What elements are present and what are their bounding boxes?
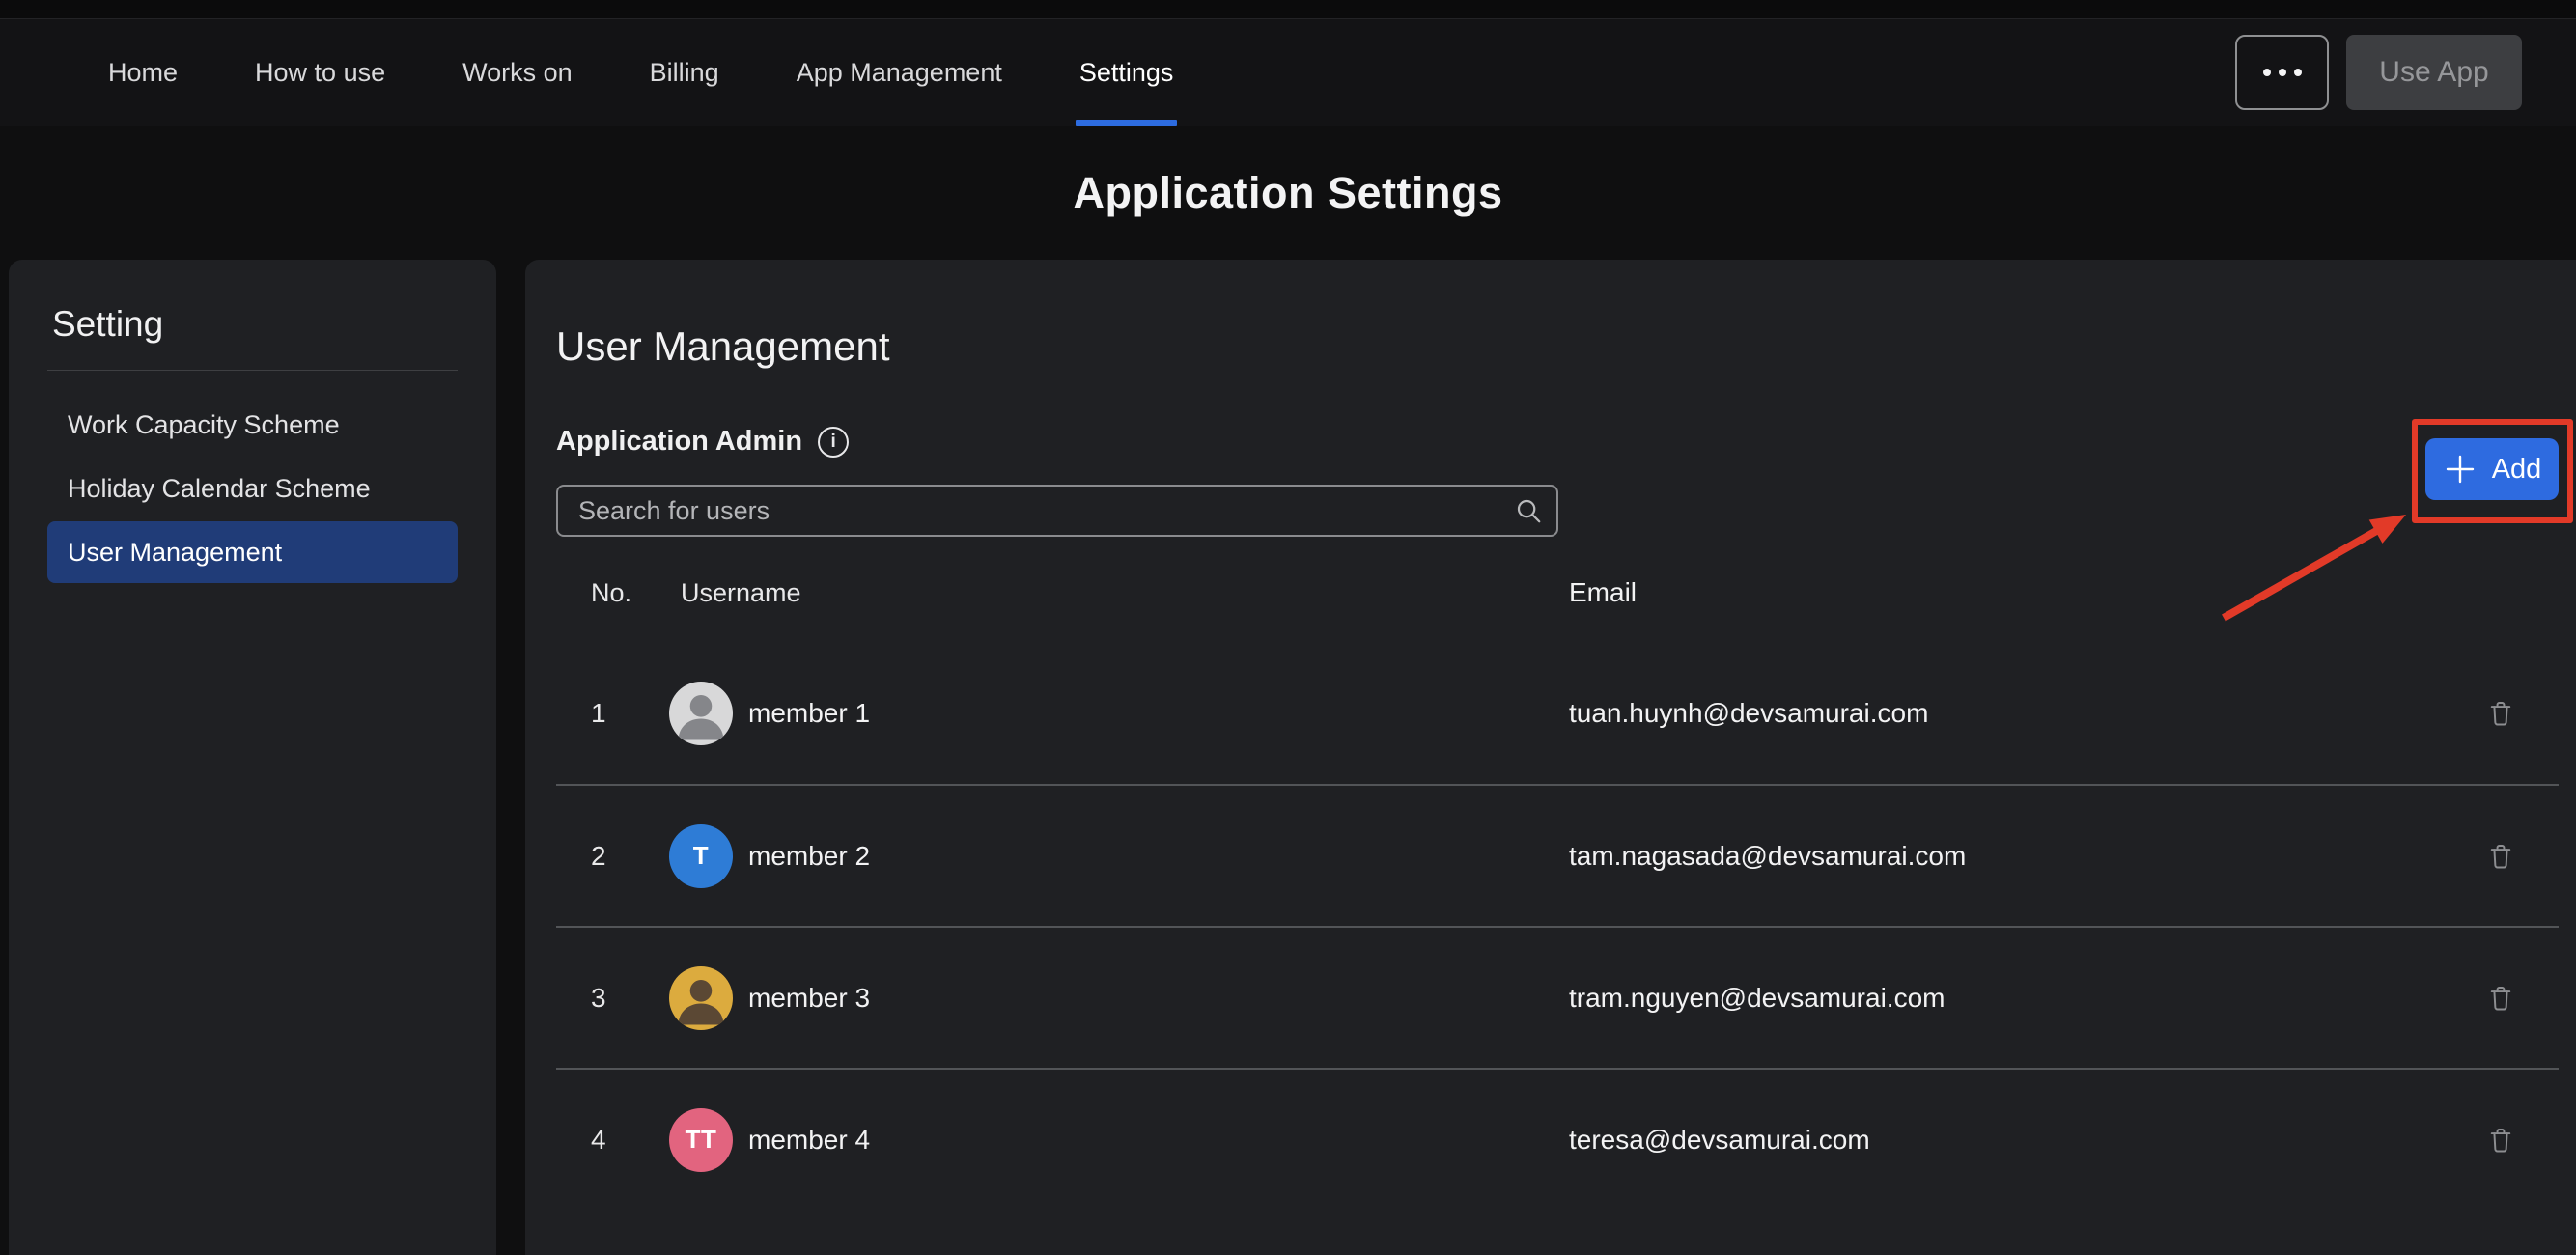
delete-button[interactable] [2481,836,2520,877]
sidebar-item-work-capacity-scheme[interactable]: Work Capacity Scheme [47,394,458,456]
username: member 2 [748,841,870,872]
email: tam.nagasada@devsamurai.com [1569,841,2442,872]
add-button-label: Add [2492,454,2542,486]
trash-icon [2487,842,2514,871]
trash-icon [2487,984,2514,1013]
nav-item-settings[interactable]: Settings [1079,19,1174,126]
table-row: 1 member 1 tuan.huynh@devsamurai.com [556,642,2559,784]
row-number: 1 [556,698,669,729]
nav-right-actions: Use App [2235,19,2576,126]
column-header-email: Email [1569,577,2442,608]
avatar-initials: T [669,824,733,888]
trash-icon [2487,1126,2514,1155]
sidebar-item-user-management[interactable]: User Management [47,521,458,583]
nav-item-app-management[interactable]: App Management [797,19,1002,126]
avatar-initials: TT [669,1108,733,1172]
ellipsis-icon [2263,69,2302,76]
search-input[interactable] [556,485,1558,537]
nav-item-works-on[interactable]: Works on [462,19,573,126]
delete-button[interactable] [2481,693,2520,734]
admin-section-header: Application Admin i [556,426,2559,458]
user-management-panel: User Management Application Admin i No. … [525,260,2576,1255]
nav-item-home[interactable]: Home [108,19,178,126]
window-top-strip [0,0,2576,19]
page-title: Application Settings [1073,168,1502,218]
table-row: 4TT member 4 teresa@devsamurai.com [556,1068,2559,1210]
username: member 3 [748,983,870,1014]
username: member 1 [748,698,870,729]
email: tram.nguyen@devsamurai.com [1569,983,2442,1014]
delete-button[interactable] [2481,978,2520,1018]
more-button[interactable] [2235,35,2329,110]
avatar-photo [669,966,733,1030]
plus-icon [2443,452,2478,487]
column-header-no: No. [556,578,669,608]
column-header-username: Username [669,578,1569,608]
use-app-button[interactable]: Use App [2346,35,2522,110]
username: member 4 [748,1125,870,1156]
delete-button[interactable] [2481,1120,2520,1160]
trash-icon [2487,699,2514,728]
nav-item-how-to-use[interactable]: How to use [255,19,385,126]
content-area: Setting Work Capacity SchemeHoliday Cale… [0,260,2576,1255]
page-header: Application Settings [0,126,2576,260]
settings-sidebar: Setting Work Capacity SchemeHoliday Cale… [9,260,496,1255]
info-icon[interactable]: i [818,427,849,458]
table-row: 3 member 3 tram.nguyen@devsamurai.com [556,926,2559,1068]
person-icon [669,966,733,1030]
table-row: 2Tmember 2 tam.nagasada@devsamurai.com [556,784,2559,926]
table-body: 1 member 1 tuan.huynh@devsamurai.com 2Tme… [556,642,2559,1210]
panel-title: User Management [556,323,2559,370]
top-navbar: Home How to use Works on Billing App Managem… [0,19,2576,126]
avatar-photo [669,682,733,745]
row-number: 3 [556,983,669,1014]
email: teresa@devsamurai.com [1569,1125,2442,1156]
email: tuan.huynh@devsamurai.com [1569,698,2442,729]
add-button[interactable]: Add [2425,438,2559,500]
sidebar-divider [47,370,458,371]
sidebar-nav: Work Capacity SchemeHoliday Calendar Sch… [47,394,458,583]
person-icon [669,682,733,745]
sidebar-item-holiday-calendar-scheme[interactable]: Holiday Calendar Scheme [47,458,458,519]
row-number: 2 [556,841,669,872]
search-bar [556,485,1558,537]
table-header: No. Username Email [556,566,2559,620]
nav-item-billing[interactable]: Billing [650,19,719,126]
users-table: No. Username Email 1 member 1 tuan.huynh@… [556,566,2559,1210]
nav-tabs: Home How to use Works on Billing App Managem… [108,19,1173,126]
search-icon [1514,496,1543,530]
sidebar-title: Setting [52,304,453,345]
admin-section-label: Application Admin [556,426,802,458]
row-number: 4 [556,1125,669,1156]
